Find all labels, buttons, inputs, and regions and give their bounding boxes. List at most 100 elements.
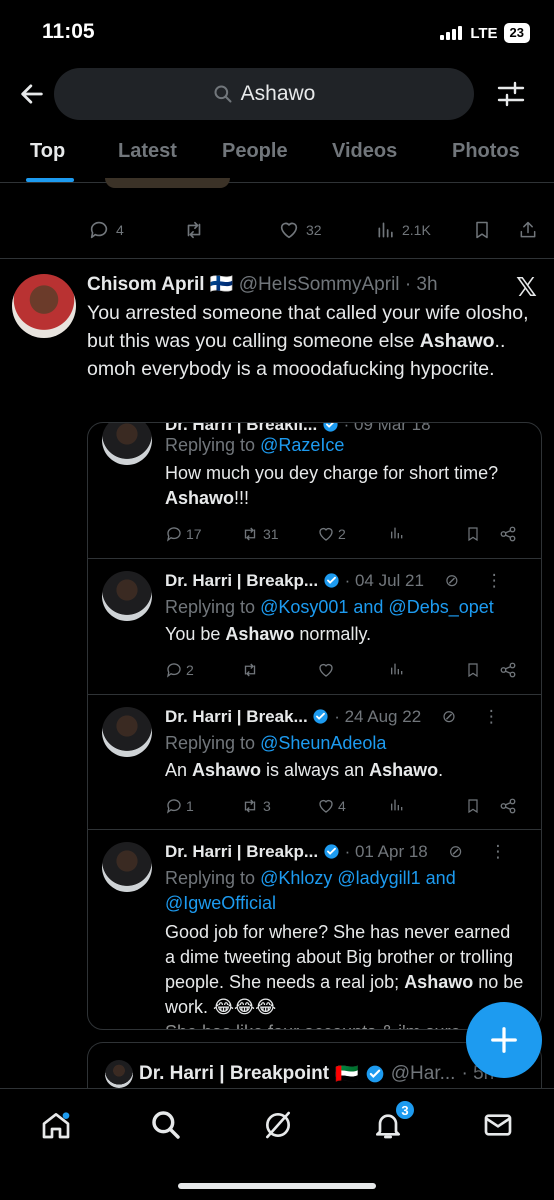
verified-badge-icon	[366, 1065, 384, 1083]
views-button[interactable]: 2.1K	[376, 220, 431, 240]
previous-tweet-media[interactable]	[105, 178, 230, 188]
more-icon: ⋮	[485, 571, 503, 590]
grok-icon: ⊘	[448, 842, 463, 861]
tab-latest[interactable]: Latest	[118, 140, 177, 163]
flag-emoji: 🇫🇮	[209, 274, 234, 295]
tweet-text: You arrested someone that called your wi…	[87, 302, 529, 380]
reply-button[interactable]: 4	[88, 219, 124, 241]
status-time: 11:05	[42, 20, 95, 43]
tab-top[interactable]: Top	[30, 140, 65, 163]
verified-badge-icon	[323, 423, 338, 432]
grok-icon: ⊘	[441, 707, 457, 726]
like-button[interactable]: 32	[278, 219, 322, 241]
tab-photos[interactable]: Photos	[452, 140, 520, 163]
tab-people[interactable]: People	[222, 140, 288, 163]
like-count: 4	[317, 797, 346, 815]
heart-icon	[317, 661, 335, 679]
previous-tweet-actions: 4 32 2.1K	[0, 218, 554, 242]
filter-sliders-icon[interactable]	[496, 79, 526, 109]
quoted-image[interactable]: Dr. Harri | Breakii... · 09 Mar 18 Reply…	[87, 422, 542, 1030]
tweet-time: · 3h	[404, 274, 438, 295]
retweet-icon	[244, 527, 256, 541]
search-tabs: Top Latest People Videos Photos	[0, 128, 554, 182]
bookmark-icon	[465, 797, 481, 815]
quoted-tweet: Dr. Harri | Breakp... · 04 Jul 21 ⊘ ⋮ Re…	[88, 558, 541, 694]
author-handle[interactable]: @HeIsSommyApril	[239, 274, 400, 295]
home-indicator[interactable]	[178, 1183, 376, 1189]
bookmark-button[interactable]	[472, 219, 492, 241]
reply-count: 1	[165, 797, 194, 815]
back-arrow-icon[interactable]	[18, 80, 46, 108]
compose-button[interactable]	[466, 1002, 542, 1078]
bookmark-icon	[465, 525, 481, 543]
quoted-tweet-text: Good job for where? She has never earned…	[165, 922, 524, 1029]
signal-icon	[440, 26, 463, 40]
avatar	[102, 707, 152, 757]
avatar	[102, 842, 152, 892]
bookmark-icon	[465, 661, 481, 679]
reply-icon	[166, 527, 181, 542]
status-indicators: LTE 23	[440, 23, 530, 43]
quoted-tweet-header: Dr. Harri | Break... · 24 Aug 22 ⊘ ⋮	[165, 707, 500, 726]
grok-icon: ⊘	[444, 571, 459, 590]
notifications-badge: 3	[394, 1099, 416, 1121]
verified-badge-icon	[313, 709, 329, 724]
views-icon	[389, 661, 405, 677]
retweet-count: 31	[240, 525, 279, 543]
heart-icon	[280, 222, 298, 239]
tab-videos[interactable]: Videos	[332, 140, 397, 163]
grok-nav-icon[interactable]	[262, 1109, 294, 1141]
battery-icon: 23	[503, 23, 530, 43]
quoted-tweet: Dr. Harri | Breakp... · 01 Apr 18 ⊘ ⋮ Re…	[88, 829, 541, 1029]
share-icon	[499, 661, 517, 679]
quoted-tweet-text: You be Ashawo normally.	[165, 624, 372, 644]
next-tweet-header: Dr. Harri | Breakpoint 🇦🇪 @Har... · 5h	[105, 1060, 494, 1088]
replying-to: Replying to @SheunAdeola	[165, 733, 387, 753]
heart-icon	[319, 799, 333, 813]
quoted-tweet-text: An Ashawo is always an Ashawo.	[165, 760, 444, 780]
replying-to: Replying to @Kosy001 and @Debs_opet	[165, 597, 494, 617]
home-icon[interactable]	[40, 1109, 72, 1141]
messages-envelope-icon[interactable]	[482, 1109, 514, 1141]
retweet-icon	[187, 221, 201, 239]
reply-icon	[90, 221, 108, 239]
replying-to: Replying to @Khlozy @ladygill1 and @Igwe…	[165, 868, 456, 913]
views-icon	[389, 525, 405, 541]
network-label: LTE	[470, 24, 498, 42]
search-icon	[214, 85, 232, 103]
avatar	[102, 571, 152, 621]
views-chart-icon	[378, 222, 393, 238]
quoted-tweet-text: How much you dey charge for short time? …	[165, 463, 499, 508]
bookmark-icon	[476, 221, 488, 239]
retweet-icon	[244, 799, 256, 813]
plus-icon	[491, 1027, 517, 1053]
views-icon	[389, 797, 405, 813]
retweet-count: 3	[240, 797, 271, 815]
divider	[0, 182, 554, 183]
search-input[interactable]: Ashawo	[54, 68, 474, 120]
share-icon	[499, 525, 517, 543]
reply-icon	[166, 663, 181, 678]
share-icon	[520, 221, 536, 238]
quoted-tweet-header: Dr. Harri | Breakp... · 01 Apr 18 ⊘ ⋮	[165, 842, 507, 861]
verified-badge-icon	[324, 844, 339, 859]
more-icon: ⋮	[489, 842, 507, 861]
tweet-header: Chisom April 🇫🇮 @HeIsSommyApril · 3h	[87, 272, 438, 296]
quoted-tweet-actions: 1 3 4	[165, 797, 525, 819]
search-nav-icon[interactable]	[150, 1109, 182, 1141]
divider	[0, 258, 554, 259]
quoted-tweet-actions: 17 31 2	[165, 525, 525, 547]
reply-count: 2	[165, 661, 194, 679]
quoted-tweet: Dr. Harri | Break... · 24 Aug 22 ⊘ ⋮ Rep…	[88, 694, 541, 829]
verified-badge-icon	[324, 573, 339, 588]
share-icon	[499, 797, 517, 815]
heart-icon	[319, 527, 333, 541]
author-name[interactable]: Chisom April	[87, 274, 205, 295]
quoted-tweet-header: Dr. Harri | Breakp... · 04 Jul 21 ⊘ ⋮	[165, 571, 503, 590]
like-count: 2	[317, 525, 346, 543]
retweet-icon	[240, 661, 260, 679]
avatar[interactable]	[12, 274, 76, 338]
share-button[interactable]	[518, 219, 538, 241]
retweet-button[interactable]	[182, 219, 206, 241]
quoted-tweet-actions: 2	[165, 661, 525, 683]
